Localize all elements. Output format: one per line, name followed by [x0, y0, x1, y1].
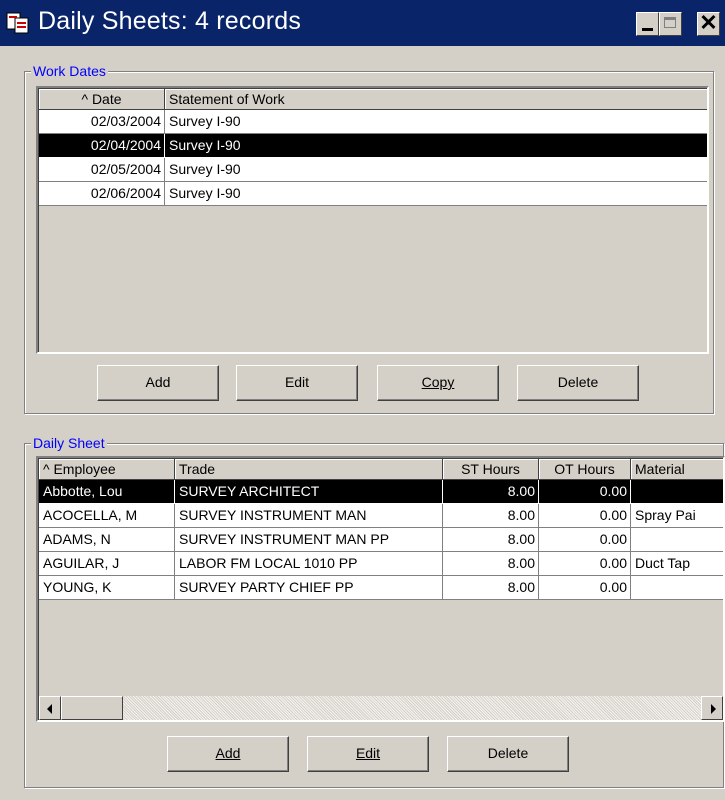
- cell-employee: ACOCELLA, M: [39, 504, 175, 528]
- daily-sheet-edit-button[interactable]: Edit: [307, 736, 429, 772]
- cell-material: Duct Tap: [631, 552, 723, 576]
- work-dates-list[interactable]: ^ Date Statement of Work 02/03/2004 Surv…: [36, 86, 709, 354]
- table-row[interactable]: 02/05/2004 Survey I-90: [39, 158, 707, 182]
- cell-ot-hours: 0.00: [539, 480, 631, 504]
- cell-ot-hours: 0.00: [539, 528, 631, 552]
- cell-trade: SURVEY INSTRUMENT MAN PP: [175, 528, 443, 552]
- work-dates-label: Work Dates: [31, 62, 108, 80]
- work-dates-edit-button[interactable]: Edit: [236, 365, 358, 401]
- table-row[interactable]: ACOCELLA, M SURVEY INSTRUMENT MAN 8.00 0…: [39, 504, 723, 528]
- arrow-left-icon: [47, 704, 52, 714]
- close-button[interactable]: ✕: [697, 12, 720, 36]
- table-row[interactable]: ADAMS, N SURVEY INSTRUMENT MAN PP 8.00 0…: [39, 528, 723, 552]
- column-header-employee[interactable]: ^ Employee: [39, 459, 175, 480]
- arrow-right-icon: [711, 704, 716, 714]
- column-header-statement[interactable]: Statement of Work: [165, 89, 707, 110]
- app-sheets-icon: [6, 12, 29, 34]
- cell-ot-hours: 0.00: [539, 576, 631, 600]
- window-title: Daily Sheets: 4 records: [38, 7, 302, 35]
- cell-trade: SURVEY ARCHITECT: [175, 480, 443, 504]
- cell-st-hours: 8.00: [443, 480, 539, 504]
- title-bar[interactable]: Daily Sheets: 4 records ✕: [0, 0, 725, 46]
- cell-statement: Survey I-90: [165, 158, 707, 182]
- table-row[interactable]: 02/03/2004 Survey I-90: [39, 110, 707, 134]
- table-row[interactable]: 02/06/2004 Survey I-90: [39, 182, 707, 206]
- work-dates-add-button[interactable]: Add: [97, 365, 219, 401]
- column-header-st-hours[interactable]: ST Hours: [443, 459, 539, 480]
- cell-date: 02/03/2004: [39, 110, 165, 134]
- cell-date: 02/06/2004: [39, 182, 165, 206]
- daily-sheet-label: Daily Sheet: [31, 434, 107, 452]
- table-row-selected[interactable]: Abbotte, Lou SURVEY ARCHITECT 8.00 0.00: [39, 480, 723, 504]
- cell-ot-hours: 0.00: [539, 504, 631, 528]
- scroll-left-button[interactable]: [39, 696, 61, 720]
- cell-statement: Survey I-90: [165, 182, 707, 206]
- column-header-date[interactable]: ^ Date: [39, 89, 165, 110]
- cell-trade: SURVEY INSTRUMENT MAN: [175, 504, 443, 528]
- cell-material: Spray Pai: [631, 504, 723, 528]
- minimize-button[interactable]: [636, 12, 659, 36]
- work-dates-delete-button[interactable]: Delete: [517, 365, 639, 401]
- cell-material: [631, 528, 723, 552]
- cell-st-hours: 8.00: [443, 504, 539, 528]
- daily-sheet-list[interactable]: ^ Employee Trade ST Hours OT Hours Mater…: [36, 456, 725, 722]
- cell-date: 02/05/2004: [39, 158, 165, 182]
- cell-material: [631, 576, 723, 600]
- cell-trade: SURVEY PARTY CHIEF PP: [175, 576, 443, 600]
- column-header-material[interactable]: Material: [631, 459, 723, 480]
- horizontal-scrollbar[interactable]: [39, 696, 723, 720]
- table-row-selected[interactable]: 02/04/2004 Survey I-90: [39, 134, 707, 158]
- daily-sheet-delete-button[interactable]: Delete: [447, 736, 569, 772]
- daily-sheet-add-button[interactable]: Add: [167, 736, 289, 772]
- cell-employee: AGUILAR, J: [39, 552, 175, 576]
- cell-material: [631, 480, 723, 504]
- column-header-trade[interactable]: Trade: [175, 459, 443, 480]
- cell-st-hours: 8.00: [443, 576, 539, 600]
- cell-st-hours: 8.00: [443, 552, 539, 576]
- cell-date: 02/04/2004: [39, 134, 165, 158]
- cell-trade: LABOR FM LOCAL 1010 PP: [175, 552, 443, 576]
- maximize-button[interactable]: [659, 12, 682, 36]
- cell-statement: Survey I-90: [165, 134, 707, 158]
- table-row[interactable]: YOUNG, K SURVEY PARTY CHIEF PP 8.00 0.00: [39, 576, 723, 600]
- cell-employee: Abbotte, Lou: [39, 480, 175, 504]
- table-row[interactable]: AGUILAR, J LABOR FM LOCAL 1010 PP 8.00 0…: [39, 552, 723, 576]
- cell-statement: Survey I-90: [165, 110, 707, 134]
- column-header-ot-hours[interactable]: OT Hours: [539, 459, 631, 480]
- cell-employee: YOUNG, K: [39, 576, 175, 600]
- cell-employee: ADAMS, N: [39, 528, 175, 552]
- cell-st-hours: 8.00: [443, 528, 539, 552]
- scroll-right-button[interactable]: [701, 696, 723, 720]
- cell-ot-hours: 0.00: [539, 552, 631, 576]
- work-dates-copy-button[interactable]: Copy: [377, 365, 499, 401]
- scrollbar-thumb[interactable]: [61, 696, 123, 720]
